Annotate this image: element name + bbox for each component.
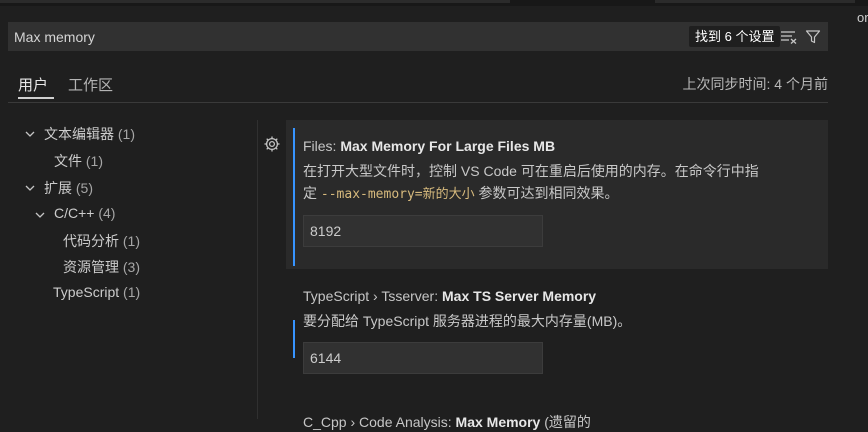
toc-item-typescript[interactable]: TypeScript (1) xyxy=(53,284,140,300)
setting-category: TypeScript › Tsserver: xyxy=(303,288,443,304)
toc-label: TypeScript xyxy=(53,284,120,300)
settings-scope-tabs: 用户 工作区 上次同步时间: 4 个月前 xyxy=(8,66,828,103)
toc-sash[interactable] xyxy=(257,120,258,419)
setting-category: Files: xyxy=(303,138,341,154)
max-memory-input[interactable] xyxy=(303,215,543,247)
active-tab-indicator xyxy=(18,97,54,99)
toc-item-files[interactable]: 文件 (1) xyxy=(54,151,103,171)
settings-search-bar: 找到 6 个设置 xyxy=(8,22,828,51)
setting-files-max-memory[interactable]: Files: Max Memory For Large Files MB 在打开… xyxy=(286,120,828,269)
setting-description: 要分配给 TypeScript 服务器进程的最大内存量(MB)。 xyxy=(303,310,823,332)
result-count-badge: 找到 6 个设置 xyxy=(689,26,781,47)
toc-label: C/C++ xyxy=(54,205,95,221)
toc-count: (1) xyxy=(117,126,136,142)
setting-cpp-max-memory-title: C_Cpp › Code Analysis: Max Memory (遗留的 xyxy=(303,412,591,432)
description-line: 定 --max-memory=新的大小 参数可达到相同效果。 xyxy=(303,182,823,206)
toc-item-code-analysis[interactable]: 代码分析 (1) xyxy=(63,231,140,251)
setting-title: Files: Max Memory For Large Files MB xyxy=(303,138,555,154)
tab-workspace[interactable]: 工作区 xyxy=(68,74,113,95)
toc-count: (1) xyxy=(122,233,141,249)
toc-label: 资源管理 xyxy=(63,259,119,275)
modified-indicator xyxy=(293,320,295,358)
toc-item-extensions[interactable]: 扩展 (5) xyxy=(24,178,93,198)
clear-filter-icon[interactable] xyxy=(779,27,799,47)
setting-title: TypeScript › Tsserver: Max TS Server Mem… xyxy=(303,288,596,304)
edge-fragment: or xyxy=(857,10,868,25)
inline-code: --max-memory=新的大小 xyxy=(320,187,475,202)
setting-description: 在打开大型文件时，控制 VS Code 可在重启后使用的内存。在命令行中指 定 … xyxy=(303,160,823,206)
title-strip xyxy=(0,0,868,6)
chevron-down-icon xyxy=(25,131,35,137)
toc-count: (3) xyxy=(122,259,141,275)
toc-count: (4) xyxy=(98,205,116,221)
toc-item-resource-management[interactable]: 资源管理 (3) xyxy=(63,257,140,277)
setting-description-fragment: (遗留的 xyxy=(544,414,591,430)
description-text: 参数可达到相同效果。 xyxy=(474,185,619,201)
toc-label: 文本编辑器 xyxy=(44,126,114,142)
toc-label: 扩展 xyxy=(44,180,72,196)
chevron-down-icon xyxy=(25,185,35,191)
setting-tsserver-max-memory[interactable]: TypeScript › Tsserver: Max TS Server Mem… xyxy=(286,270,828,410)
tabs-divider xyxy=(8,102,828,103)
tsserver-memory-input[interactable] xyxy=(303,342,543,374)
description-line: 要分配给 TypeScript 服务器进程的最大内存量(MB)。 xyxy=(303,313,632,329)
toc-count: (1) xyxy=(123,284,141,300)
filter-icon[interactable] xyxy=(803,27,823,47)
toc-item-text-editor[interactable]: 文本编辑器 (1) xyxy=(24,124,135,144)
focus-indicator xyxy=(293,128,295,266)
toc-count: (5) xyxy=(75,180,94,196)
editor-tab-strip xyxy=(0,0,510,3)
toc-label: 代码分析 xyxy=(63,233,119,249)
setting-category: C_Cpp › Code Analysis: xyxy=(303,414,456,430)
tab-user[interactable]: 用户 xyxy=(18,74,48,95)
toc-count: (1) xyxy=(85,153,104,169)
setting-name: Max Memory For Large Files MB xyxy=(340,138,556,154)
description-line: 在打开大型文件时，控制 VS Code 可在重启后使用的内存。在命令行中指 xyxy=(303,163,759,179)
setting-name: Max Memory xyxy=(455,414,541,430)
gear-icon[interactable] xyxy=(263,135,281,153)
toc-label: 文件 xyxy=(54,153,82,169)
setting-name: Max TS Server Memory xyxy=(442,288,597,304)
chevron-down-icon xyxy=(35,212,45,218)
search-input[interactable] xyxy=(8,22,668,51)
editor-tab-strip-right xyxy=(655,0,855,3)
sync-status: 上次同步时间: 4 个月前 xyxy=(682,76,828,92)
description-text: 定 xyxy=(303,185,321,201)
toc-item-cpp[interactable]: C/C++ (4) xyxy=(34,205,115,221)
